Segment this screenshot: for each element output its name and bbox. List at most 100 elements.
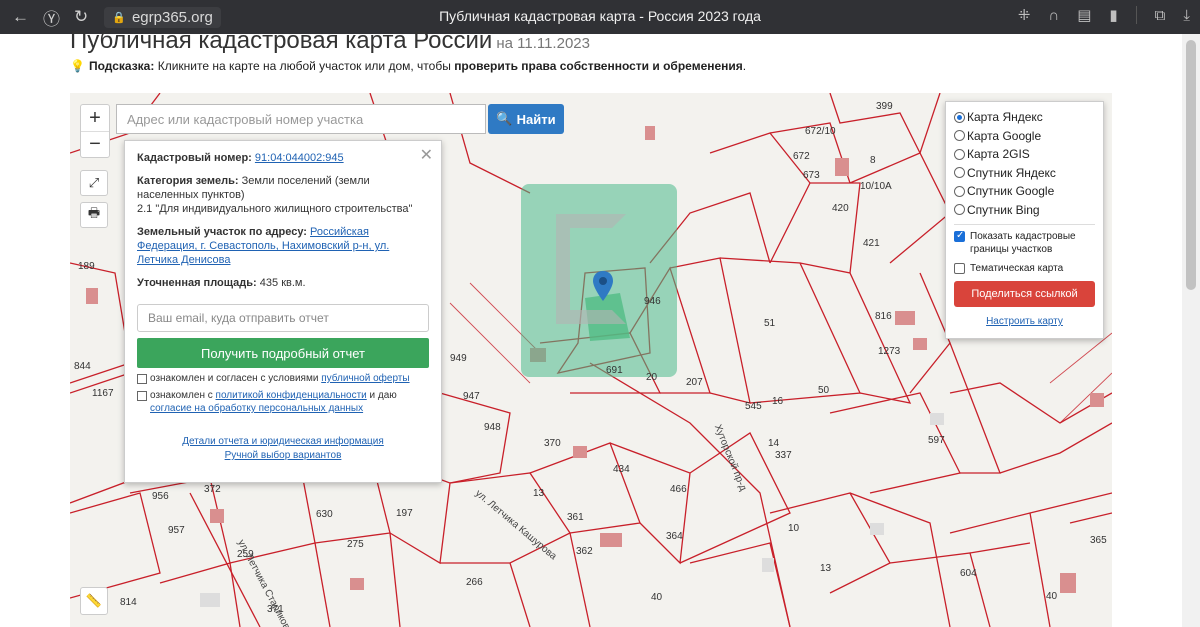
parcel-number[interactable]: 691	[606, 365, 623, 376]
radio-button[interactable]	[954, 111, 965, 123]
parcel-number[interactable]: 361	[567, 512, 584, 523]
thematic-map-checkbox[interactable]	[954, 263, 965, 274]
parcel-number[interactable]: 545	[745, 401, 762, 412]
parcel-number[interactable]: 1273	[878, 346, 900, 357]
thematic-map-toggle[interactable]: Тематическая карта	[954, 262, 1095, 275]
parcel-number[interactable]: 8	[870, 155, 876, 166]
parcel-number[interactable]: 399	[876, 101, 893, 112]
parcel-number[interactable]: 672	[793, 151, 810, 162]
fullscreen-button[interactable]: ⤢	[80, 170, 108, 196]
parcel-number[interactable]: 630	[316, 509, 333, 520]
parcel-number[interactable]: 337	[775, 450, 792, 461]
layer-option-google-map[interactable]: Карта Google	[954, 127, 1095, 146]
ruler-button[interactable]: 📏	[80, 587, 108, 615]
radio-button[interactable]	[954, 204, 965, 216]
get-report-button[interactable]: Получить подробный отчет	[137, 338, 429, 368]
parcel-number[interactable]: 362	[576, 546, 593, 557]
layer-option-google-satellite[interactable]: Спутник Google	[954, 182, 1095, 201]
translate-icon[interactable]: ⁜	[1018, 6, 1031, 24]
radio-button[interactable]	[954, 167, 965, 179]
parcel-number[interactable]: 364	[666, 531, 683, 542]
parcel-number[interactable]: 10/10A	[860, 181, 892, 192]
parcel-number[interactable]: 20	[646, 372, 657, 383]
headphones-icon[interactable]: ∩	[1048, 7, 1059, 24]
parcel-number[interactable]: 40	[651, 592, 662, 603]
parcel-number[interactable]: 946	[644, 296, 661, 307]
bookmark-icon[interactable]: ▮	[1109, 6, 1117, 24]
privacy-consent[interactable]: ознакомлен с политикой конфиденциальност…	[137, 389, 429, 415]
parcel-number[interactable]: 947	[463, 391, 480, 402]
report-details-link[interactable]: Детали отчета и юридическая информация	[182, 436, 384, 447]
layer-option-2gis-map[interactable]: Карта 2GIS	[954, 145, 1095, 164]
map-marker-icon[interactable]	[592, 271, 614, 301]
reload-icon[interactable]: ↻	[74, 7, 88, 27]
layer-option-yandex-satellite[interactable]: Спутник Яндекс	[954, 164, 1095, 183]
radio-button[interactable]	[954, 185, 965, 197]
back-arrow-icon[interactable]: ←	[12, 7, 29, 27]
parcel-number[interactable]: 816	[875, 311, 892, 322]
data-processing-link[interactable]: согласие на обработку персональных данны…	[150, 403, 363, 414]
parcel-number[interactable]: 40	[1046, 591, 1057, 602]
address-bar[interactable]: 🔒 egrp365.org	[104, 6, 221, 28]
parcel-number[interactable]: 434	[613, 464, 630, 475]
share-link-button[interactable]: Поделиться ссылкой	[954, 281, 1095, 307]
show-borders-toggle[interactable]: Показать кадастровые границы участков	[954, 229, 1095, 256]
layer-option-bing-satellite[interactable]: Спутник Bing	[954, 201, 1095, 220]
search-button[interactable]: 🔍 Найти	[488, 104, 564, 134]
parcel-number[interactable]: 672/10	[805, 126, 836, 137]
close-icon[interactable]: ✕	[420, 145, 433, 165]
parcel-number[interactable]: 956	[152, 491, 169, 502]
parcel-number[interactable]: 673	[803, 170, 820, 181]
offer-consent[interactable]: ознакомлен и согласен с условиями публич…	[137, 372, 429, 385]
parcel-number[interactable]: 189	[78, 261, 95, 272]
parcel-number[interactable]: 50	[818, 385, 829, 396]
parcel-number[interactable]: 949	[450, 353, 467, 364]
radio-button[interactable]	[954, 148, 965, 160]
page-scrollbar[interactable]	[1182, 34, 1200, 627]
parcel-number[interactable]: 421	[863, 238, 880, 249]
offer-link[interactable]: публичной оферты	[321, 373, 409, 384]
parcel-number[interactable]: 370	[544, 438, 561, 449]
cadastral-map[interactable]: 399 672/10 672 8 673 10/10A 420 421 816 …	[70, 93, 1112, 627]
privacy-checkbox[interactable]	[137, 391, 147, 401]
parcel-number[interactable]: 420	[832, 203, 849, 214]
configure-map-link[interactable]: Настроить карту	[954, 316, 1095, 327]
parcel-number[interactable]: 266	[466, 577, 483, 588]
collections-icon[interactable]: ⧉	[1155, 7, 1166, 24]
cadastral-number-link[interactable]: 91:04:044002:945	[255, 152, 344, 164]
parcel-number[interactable]: 844	[74, 361, 91, 372]
print-button[interactable]: 🖶	[80, 202, 108, 228]
parcel-number[interactable]: 16	[772, 396, 783, 407]
manual-choice-link[interactable]: Ручной выбор вариантов	[225, 450, 342, 461]
download-icon[interactable]: ⤓	[1183, 7, 1190, 24]
privacy-policy-link[interactable]: политикой конфиденциальности	[216, 390, 367, 401]
parcel-number[interactable]: 365	[1090, 535, 1107, 546]
zoom-out-button[interactable]: −	[81, 131, 109, 157]
parcel-number[interactable]: 948	[484, 422, 501, 433]
parcel-number[interactable]: 275	[347, 539, 364, 550]
parcel-number[interactable]: 597	[928, 435, 945, 446]
search-input[interactable]: Адрес или кадастровый номер участка	[116, 104, 486, 134]
layer-option-yandex-map[interactable]: Карта Яндекс	[954, 108, 1095, 127]
parcel-number[interactable]: 1167	[92, 388, 114, 399]
offer-checkbox[interactable]	[137, 374, 147, 384]
zoom-in-button[interactable]: +	[81, 105, 109, 131]
email-field[interactable]: Ваш email, куда отправить отчет	[137, 304, 429, 332]
parcel-number[interactable]: 957	[168, 525, 185, 536]
parcel-number[interactable]: 466	[670, 484, 687, 495]
scrollbar-thumb[interactable]	[1186, 40, 1196, 290]
parcel-number[interactable]: 372	[204, 484, 221, 495]
parcel-number[interactable]: 604	[960, 568, 977, 579]
parcel-number[interactable]: 814	[120, 597, 137, 608]
parcel-number[interactable]: 51	[764, 318, 775, 329]
parcel-number[interactable]: 10	[788, 523, 799, 534]
yandex-icon[interactable]: Ⓨ	[43, 5, 60, 30]
show-borders-checkbox[interactable]	[954, 229, 965, 242]
parcel-number[interactable]: 14	[768, 438, 779, 449]
parcel-number[interactable]: 13	[820, 563, 831, 574]
parcel-number[interactable]: 13	[533, 488, 544, 499]
parcel-number[interactable]: 207	[686, 377, 703, 388]
reader-icon[interactable]: ▤	[1077, 6, 1091, 24]
parcel-number[interactable]: 197	[396, 508, 413, 519]
radio-button[interactable]	[954, 130, 965, 142]
